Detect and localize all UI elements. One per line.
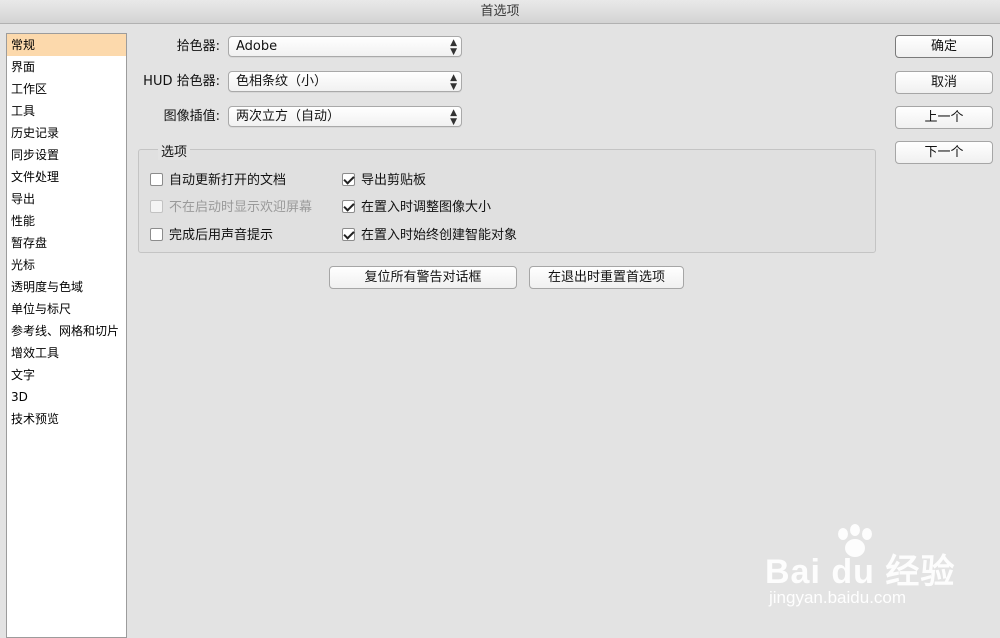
sidebar-item-tech-previews[interactable]: 技术预览 bbox=[7, 408, 126, 430]
sidebar-item-transparency[interactable]: 透明度与色域 bbox=[7, 276, 126, 298]
sidebar-item-file-handling[interactable]: 文件处理 bbox=[7, 166, 126, 188]
sidebar-item-guides-grid[interactable]: 参考线、网格和切片 bbox=[7, 320, 126, 342]
watermark-brand: Bai du 经验 bbox=[765, 553, 956, 591]
baidu-watermark: Bai du 经验 jingyan.baidu.com bbox=[765, 524, 965, 614]
chevron-updown-icon: ▲ ▼ bbox=[450, 108, 457, 127]
sidebar-item-scratch-disks[interactable]: 暂存盘 bbox=[7, 232, 126, 254]
sidebar-item-sync[interactable]: 同步设置 bbox=[7, 144, 126, 166]
auto-update-docs-label: 自动更新打开的文档 bbox=[169, 173, 287, 188]
sidebar-item-plugins[interactable]: 增效工具 bbox=[7, 342, 126, 364]
reset-warnings-button[interactable]: 复位所有警告对话框 bbox=[329, 266, 517, 289]
sidebar-item-3d[interactable]: 3D bbox=[7, 386, 126, 408]
prev-button[interactable]: 上一个 bbox=[895, 106, 993, 129]
hide-welcome-option: 不在启动时显示欢迎屏幕 bbox=[150, 198, 312, 218]
smart-object-label: 在置入时始终创建智能对象 bbox=[361, 228, 518, 243]
hud-color-picker-select[interactable]: 色相条纹（小） ▲ ▼ bbox=[228, 71, 462, 92]
resize-on-place-label: 在置入时调整图像大小 bbox=[361, 200, 492, 215]
image-interpolation-label: 图像插值: bbox=[163, 109, 220, 124]
resize-on-place-option[interactable]: 在置入时调整图像大小 bbox=[342, 198, 491, 218]
export-clipboard-label: 导出剪贴板 bbox=[361, 173, 427, 188]
window-title: 首选项 bbox=[0, 0, 1000, 24]
auto-update-docs-option[interactable]: 自动更新打开的文档 bbox=[150, 171, 286, 191]
smart-object-checkbox[interactable] bbox=[342, 228, 355, 241]
smart-object-option[interactable]: 在置入时始终创建智能对象 bbox=[342, 226, 517, 246]
sidebar-item-type[interactable]: 文字 bbox=[7, 364, 126, 386]
export-clipboard-option[interactable]: 导出剪贴板 bbox=[342, 171, 426, 191]
cancel-button[interactable]: 取消 bbox=[895, 71, 993, 94]
beep-when-done-label: 完成后用声音提示 bbox=[169, 228, 274, 243]
sidebar-item-cursors[interactable]: 光标 bbox=[7, 254, 126, 276]
chevron-updown-icon: ▲ ▼ bbox=[450, 73, 457, 92]
ok-button[interactable]: 确定 bbox=[895, 35, 993, 58]
color-picker-value: Adobe bbox=[236, 39, 278, 54]
sidebar-item-export[interactable]: 导出 bbox=[7, 188, 126, 210]
resize-on-place-checkbox[interactable] bbox=[342, 200, 355, 213]
color-picker-select[interactable]: Adobe ▲ ▼ bbox=[228, 36, 462, 57]
sidebar-item-units-rulers[interactable]: 单位与标尺 bbox=[7, 298, 126, 320]
reset-prefs-button[interactable]: 在退出时重置首选项 bbox=[529, 266, 684, 289]
chevron-updown-icon: ▲ ▼ bbox=[450, 38, 457, 57]
beep-when-done-checkbox[interactable] bbox=[150, 228, 163, 241]
color-picker-label: 拾色器: bbox=[176, 39, 220, 54]
next-button[interactable]: 下一个 bbox=[895, 141, 993, 164]
image-interpolation-value: 两次立方（自动） bbox=[236, 109, 341, 124]
hide-welcome-checkbox bbox=[150, 200, 163, 213]
image-interpolation-select[interactable]: 两次立方（自动） ▲ ▼ bbox=[228, 106, 462, 127]
hud-color-picker-value: 色相条纹（小） bbox=[236, 74, 328, 89]
watermark-url: jingyan.baidu.com bbox=[769, 588, 907, 607]
options-title: 选项 bbox=[158, 141, 191, 160]
hud-color-picker-label: HUD 拾色器: bbox=[143, 74, 220, 89]
beep-when-done-option[interactable]: 完成后用声音提示 bbox=[150, 226, 273, 246]
hide-welcome-label: 不在启动时显示欢迎屏幕 bbox=[169, 200, 313, 215]
auto-update-docs-checkbox[interactable] bbox=[150, 173, 163, 186]
export-clipboard-checkbox[interactable] bbox=[342, 173, 355, 186]
sidebar-item-performance[interactable]: 性能 bbox=[7, 210, 126, 232]
